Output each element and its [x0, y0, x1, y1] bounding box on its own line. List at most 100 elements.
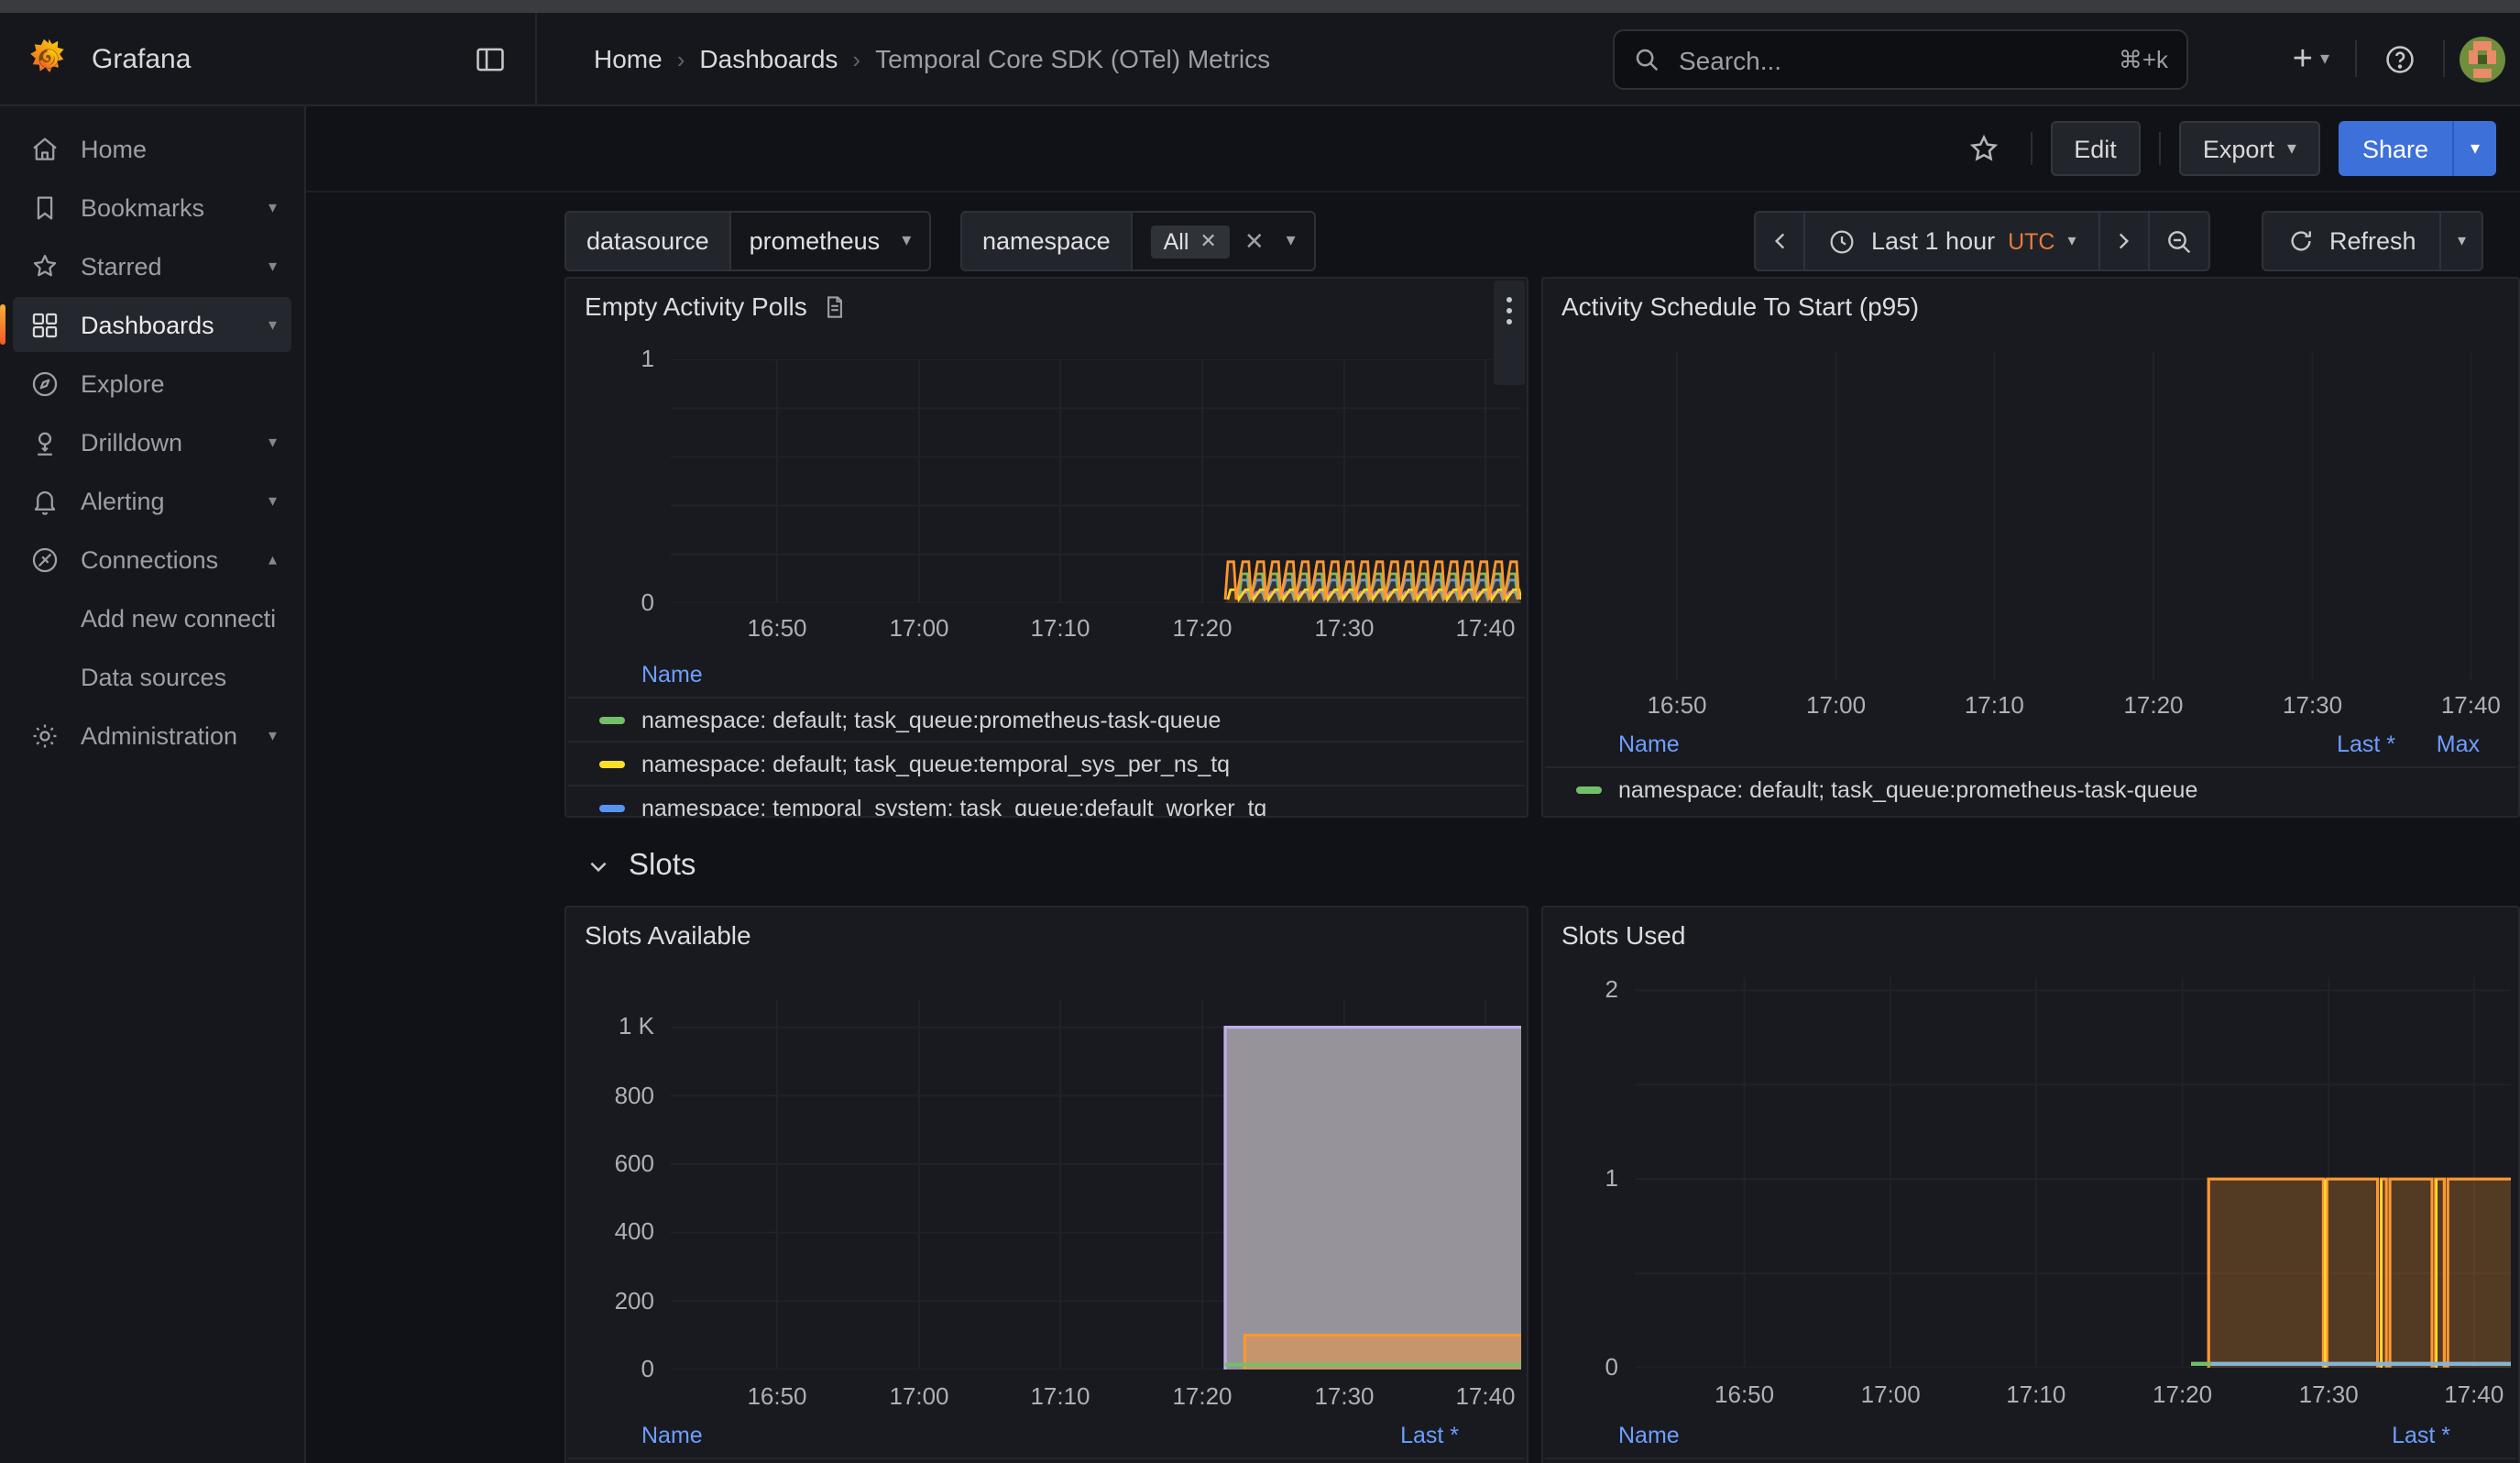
share-button[interactable]: Share [2339, 121, 2452, 176]
legend-header-name[interactable]: Name [1618, 732, 2274, 757]
favorite-star-button[interactable] [1956, 121, 2011, 176]
remove-chip-icon[interactable]: ✕ [1200, 229, 1216, 253]
sidebar-item-administration[interactable]: Administration▾ [13, 708, 291, 763]
clear-selection-icon[interactable]: ✕ [1244, 226, 1265, 256]
time-range-picker[interactable]: Last 1 hour UTC ▾ [1803, 211, 2100, 271]
timezone-label: UTC [2008, 228, 2054, 254]
chevron-down-icon: ▾ [2287, 138, 2296, 159]
series-color-swatch[interactable] [599, 760, 625, 767]
namespace-variable-value[interactable]: All ✕ ✕ ▾ [1131, 211, 1316, 271]
time-shift-forward-button[interactable] [2098, 211, 2150, 271]
legend-header-last[interactable]: Last * [1375, 1423, 1525, 1448]
clock-icon [1827, 226, 1857, 256]
chevron-up-icon[interactable]: ▴ [268, 549, 277, 569]
namespace-chip[interactable]: All ✕ [1151, 225, 1230, 258]
sidebar-item-add-new-connection[interactable]: Add new connection [13, 590, 291, 645]
sidebar-item-alerting[interactable]: Alerting▾ [13, 473, 291, 528]
sidebar-item-home[interactable]: Home [13, 121, 291, 176]
series-color-swatch[interactable] [599, 716, 625, 723]
panel-description-icon[interactable] [822, 292, 849, 320]
sidebar-item-connections[interactable]: Connections▴ [13, 532, 291, 587]
series-name[interactable]: namespace: default; task_queue:prometheu… [1618, 776, 2197, 802]
panel-title[interactable]: Activity Schedule To Start (p95) [1561, 292, 1919, 321]
chevron-down-icon: ▾ [1287, 231, 1296, 251]
x-axis-tick: 17:10 [1981, 1380, 2091, 1410]
nav-sidebar: HomeBookmarks▾Starred▾Dashboards▾Explore… [0, 106, 306, 1463]
time-shift-back-button[interactable] [1754, 211, 1805, 271]
legend-header-max[interactable]: Max [2395, 732, 2516, 757]
chevron-down-icon[interactable]: ▾ [268, 490, 277, 511]
row-section-slots[interactable]: Slots [586, 842, 696, 889]
search-text-field[interactable] [1675, 43, 2104, 76]
header-brand-section: Grafana [0, 13, 537, 104]
submenu-row: datasource prometheus ▾ namespace All ✕ … [0, 205, 2520, 279]
grafana-logo-icon [26, 36, 71, 82]
add-new-button[interactable]: + ▾ [2282, 31, 2340, 86]
chevron-down-icon: ▾ [2320, 49, 2329, 69]
panel-legend: NameLast *namespace: default; task_queue… [568, 1414, 1525, 1463]
breadcrumb-item[interactable]: Home [594, 44, 663, 73]
breadcrumb-item: Temporal Core SDK (OTel) Metrics [875, 44, 1270, 73]
series-name[interactable]: namespace: default; task_queue:temporal_… [641, 751, 1230, 776]
legend-row: namespace: default; task_queue:temporal_… [568, 741, 1525, 785]
apps-icon [29, 309, 60, 340]
chevron-down-icon[interactable]: ▾ [268, 725, 277, 745]
export-button[interactable]: Export▾ [2179, 121, 2320, 176]
chevron-down-icon[interactable]: ▾ [268, 314, 277, 335]
breadcrumb-separator: › [677, 45, 685, 72]
x-axis-tick: 17:40 [1430, 614, 1528, 644]
x-axis-tick: 17:00 [864, 1382, 974, 1412]
panel-legend: Name namespace: default; task_queue:prome… [568, 653, 1525, 818]
sidebar-item-label: Add new connection [81, 604, 277, 632]
datasource-variable-value[interactable]: prometheus ▾ [729, 211, 932, 271]
panel-title[interactable]: Slots Used [1561, 920, 1685, 950]
time-range-controls: Last 1 hour UTC ▾ [1754, 211, 2210, 271]
refresh-button[interactable]: Refresh [2262, 211, 2442, 271]
x-axis-tick: 16:50 [1622, 691, 1732, 720]
legend-header-name[interactable]: Name [641, 662, 1525, 688]
x-axis-tick: 17:00 [864, 614, 974, 644]
dock-menu-toggle-icon[interactable] [469, 38, 509, 79]
y-axis-tick: 800 [566, 1081, 654, 1110]
panel-slots-available: Slots Available 1 K800600400200016:5017:… [564, 906, 1528, 1463]
user-avatar[interactable] [2460, 36, 2505, 82]
share-menu-chevron[interactable]: ▾ [2452, 121, 2496, 176]
panel-title[interactable]: Empty Activity Polls [585, 292, 807, 321]
panel-slots-used: Slots Used 21016:5017:0017:1017:2017:301… [1541, 906, 2520, 1463]
chevron-down-icon: ▾ [2458, 231, 2466, 251]
legend-header-name[interactable]: Name [1618, 1423, 2366, 1448]
series-name[interactable]: namespace: default; task_queue:prometheu… [641, 707, 1221, 732]
series-color-swatch[interactable] [1576, 786, 1602, 793]
panel-title[interactable]: Slots Available [585, 920, 751, 950]
series-color-swatch[interactable] [599, 804, 625, 811]
dashboard-toolbar: Edit Export▾ Share ▾ [306, 106, 2520, 192]
sidebar-item-label: Explore [81, 369, 165, 397]
legend-row: namespace: temporal_system; task_queue:d… [568, 785, 1525, 818]
sidebar-item-explore[interactable]: Explore [13, 356, 291, 411]
share-button-group: Share ▾ [2339, 121, 2496, 176]
edit-button[interactable]: Edit [2050, 121, 2141, 176]
sidebar-item-drilldown[interactable]: Drilldown▾ [13, 414, 291, 469]
sidebar-item-label: Data sources [81, 663, 226, 690]
x-axis-tick: 17:30 [2258, 691, 2368, 720]
y-axis-tick: 0 [566, 588, 654, 618]
breadcrumb-item[interactable]: Dashboards [699, 44, 838, 73]
section-title: Slots [629, 848, 696, 883]
x-axis-tick: 17:00 [1781, 691, 1891, 720]
chevron-down-icon[interactable]: ▾ [268, 432, 277, 452]
x-axis-tick: 17:30 [1289, 614, 1399, 644]
x-axis-tick: 17:10 [1005, 614, 1115, 644]
series-name[interactable]: namespace: temporal_system; task_queue:d… [641, 795, 1266, 818]
legend-header-last[interactable]: Last * [2274, 732, 2395, 757]
compass-icon [29, 368, 60, 399]
y-axis-tick: 1 K [566, 1013, 654, 1042]
zoom-out-time-button[interactable] [2148, 211, 2210, 271]
sidebar-item-dashboards[interactable]: Dashboards▾ [13, 297, 291, 352]
refresh-interval-chevron[interactable]: ▾ [2440, 211, 2484, 271]
help-button[interactable] [2372, 31, 2428, 86]
legend-header-last[interactable]: Last * [2366, 1423, 2516, 1448]
chart-canvas [671, 359, 1521, 603]
search-input[interactable]: ⌘+k [1613, 29, 2188, 90]
sidebar-item-data-sources[interactable]: Data sources [13, 649, 291, 704]
legend-header-name[interactable]: Name [641, 1423, 1375, 1448]
